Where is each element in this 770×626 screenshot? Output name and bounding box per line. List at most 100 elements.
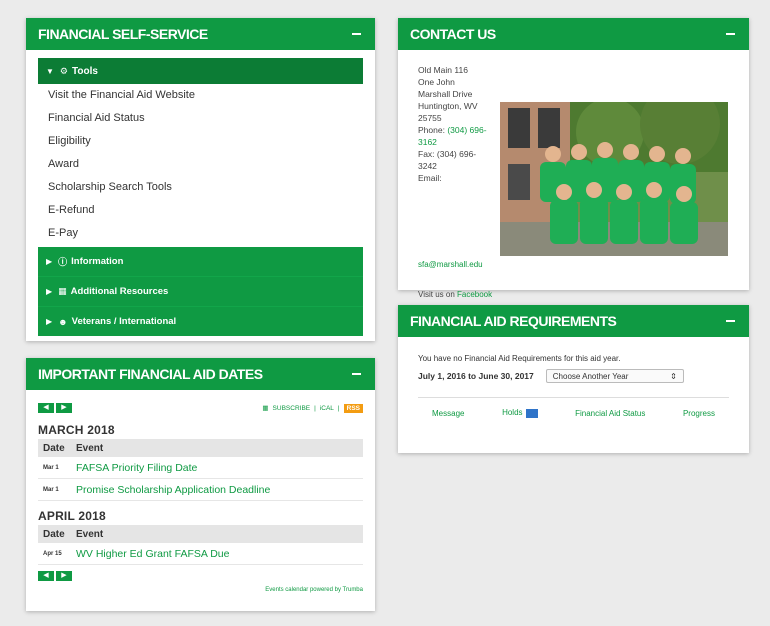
- next-button[interactable]: ▶: [56, 403, 72, 413]
- table-header: Date Event: [38, 439, 363, 457]
- collapse-button[interactable]: [349, 367, 363, 381]
- email-label: Email:: [418, 173, 442, 183]
- aid-year-select[interactable]: Choose Another Year ⇕: [545, 369, 684, 383]
- next-button[interactable]: ▶: [56, 571, 72, 581]
- collapsed-sections: ▶ ⓘ Information ▶ ▦ Additional Resources…: [38, 247, 363, 336]
- collapse-button[interactable]: [723, 27, 737, 41]
- tools-item-scholarship-search[interactable]: Scholarship Search Tools: [38, 176, 363, 199]
- collapse-button[interactable]: [349, 27, 363, 41]
- event-link[interactable]: FAFSA Priority Filing Date: [76, 462, 197, 474]
- section-label: Information: [71, 256, 124, 267]
- tools-item-eligibility[interactable]: Eligibility: [38, 130, 363, 153]
- minus-icon: [725, 33, 735, 35]
- month-heading: MARCH 2018: [38, 423, 115, 437]
- subscribe-link[interactable]: SUBSCRIBE: [273, 405, 311, 412]
- powered-by-link[interactable]: Events calendar powered by Trumba: [38, 587, 363, 593]
- calendar-toolbar: ◀ ▶ ▦ SUBSCRIBE | iCAL | RSS: [38, 401, 363, 415]
- event-date: Apr 15: [43, 550, 62, 557]
- caret-right-icon: ▶: [46, 287, 53, 296]
- section-information[interactable]: ▶ ⓘ Information: [38, 247, 363, 277]
- separator: |: [337, 404, 340, 412]
- panel-title: FINANCIAL SELF-SERVICE: [38, 26, 208, 42]
- tools-item-award[interactable]: Award: [38, 153, 363, 176]
- users-icon: ☻: [58, 316, 68, 327]
- calendar-icon: ▦: [262, 405, 269, 412]
- holds-icon: [525, 408, 538, 418]
- info-icon: ⓘ: [58, 257, 68, 267]
- requirements-tabs: Message Holds Financial Aid Status Progr…: [418, 397, 729, 428]
- tab-message[interactable]: Message: [432, 409, 464, 418]
- calendar-nav-bottom: ◀ ▶: [38, 571, 363, 581]
- panel-title: IMPORTANT FINANCIAL AID DATES: [38, 366, 263, 382]
- panel-header: FINANCIAL SELF-SERVICE: [26, 18, 375, 50]
- visit-us-line: Visit us on Facebook: [418, 290, 492, 299]
- caret-right-icon: ▶: [46, 257, 53, 266]
- panel-header: CONTACT US: [398, 18, 749, 50]
- tab-financial-aid-status[interactable]: Financial Aid Status: [575, 409, 645, 418]
- address-line: Huntington, WV: [418, 101, 478, 111]
- minus-icon: [351, 33, 361, 35]
- tools-list: Visit the Financial Aid Website Financia…: [38, 84, 363, 245]
- panel-title: FINANCIAL AID REQUIREMENTS: [410, 313, 617, 329]
- section-additional-resources[interactable]: ▶ ▦ Additional Resources: [38, 277, 363, 307]
- collapse-button[interactable]: [723, 314, 737, 328]
- address-line: One John: [418, 77, 455, 87]
- aid-year-range: July 1, 2016 to June 30, 2017: [418, 371, 534, 381]
- date-column-header: Date: [43, 528, 65, 540]
- panel-header: FINANCIAL AID REQUIREMENTS: [398, 305, 749, 337]
- date-column-header: Date: [43, 442, 65, 454]
- previous-button[interactable]: ◀: [38, 571, 54, 581]
- aid-year-row: July 1, 2016 to June 30, 2017 Choose Ano…: [418, 369, 729, 383]
- event-date: Mar 1: [43, 464, 59, 471]
- month-heading: APRIL 2018: [38, 509, 106, 523]
- tools-item-e-pay[interactable]: E-Pay: [38, 222, 363, 245]
- select-arrows-icon: ⇕: [670, 371, 677, 381]
- section-veterans-international[interactable]: ▶ ☻ Veterans / International: [38, 307, 363, 336]
- table-header: Date Event: [38, 525, 363, 543]
- tools-section-header[interactable]: ▼ ⚙ Tools: [38, 58, 363, 84]
- email-link[interactable]: sfa@marshall.edu: [418, 260, 483, 269]
- grid-icon: ▦: [58, 286, 67, 296]
- tab-holds-label: Holds: [502, 408, 523, 418]
- gears-icon: ⚙: [59, 65, 68, 76]
- visit-prefix: Visit us on: [418, 290, 455, 299]
- tab-progress[interactable]: Progress: [683, 409, 715, 418]
- calendar-feeds: ▦ SUBSCRIBE | iCAL | RSS: [262, 403, 363, 413]
- minus-icon: [725, 320, 735, 322]
- event-row: Apr 15 WV Higher Ed Grant FAFSA Due: [38, 543, 363, 565]
- fax-label: Fax:: [418, 149, 435, 159]
- event-link[interactable]: WV Higher Ed Grant FAFSA Due: [76, 548, 229, 560]
- phone-line: Phone: (304) 696-3162: [418, 124, 494, 148]
- facebook-link[interactable]: Facebook: [457, 290, 492, 299]
- event-row: Mar 1 Promise Scholarship Application De…: [38, 479, 363, 501]
- event-row: Mar 1 FAFSA Priority Filing Date: [38, 457, 363, 479]
- address-line: Marshall Drive: [418, 89, 473, 99]
- event-link[interactable]: Promise Scholarship Application Deadline: [76, 484, 270, 496]
- caret-right-icon: ▶: [46, 317, 53, 326]
- phone-label: Phone:: [418, 125, 445, 135]
- financial-self-service-panel: FINANCIAL SELF-SERVICE ▼ ⚙ Tools Visit t…: [26, 18, 375, 341]
- tools-label: Tools: [72, 65, 98, 77]
- minus-icon: [351, 373, 361, 375]
- address-line: Old Main 116: [418, 65, 468, 75]
- address-line: 25755: [418, 113, 442, 123]
- aid-year-select-value: Choose Another Year: [552, 371, 629, 381]
- caret-down-icon: ▼: [46, 66, 54, 76]
- tools-item-financial-aid-website[interactable]: Visit the Financial Aid Website: [38, 84, 363, 107]
- ical-link[interactable]: iCAL: [320, 405, 334, 412]
- staff-photo: [500, 102, 728, 256]
- event-column-header: Event: [76, 442, 104, 454]
- financial-aid-requirements-panel: FINANCIAL AID REQUIREMENTS You have no F…: [398, 305, 749, 453]
- section-label: Veterans / International: [71, 316, 177, 327]
- previous-button[interactable]: ◀: [38, 403, 54, 413]
- important-dates-panel: IMPORTANT FINANCIAL AID DATES ◀ ▶ ▦ SUBS…: [26, 358, 375, 611]
- staff-photo-image: [500, 102, 728, 256]
- tab-holds[interactable]: Holds: [502, 408, 538, 418]
- contact-address: Old Main 116 One John Marshall Drive Hun…: [418, 64, 494, 184]
- fax-line: Fax: (304) 696-3242: [418, 148, 494, 172]
- tools-item-e-refund[interactable]: E-Refund: [38, 199, 363, 222]
- tools-item-financial-aid-status[interactable]: Financial Aid Status: [38, 107, 363, 130]
- calendar-nav: ◀ ▶: [38, 403, 72, 413]
- rss-link[interactable]: RSS: [343, 403, 363, 413]
- separator: |: [314, 404, 316, 412]
